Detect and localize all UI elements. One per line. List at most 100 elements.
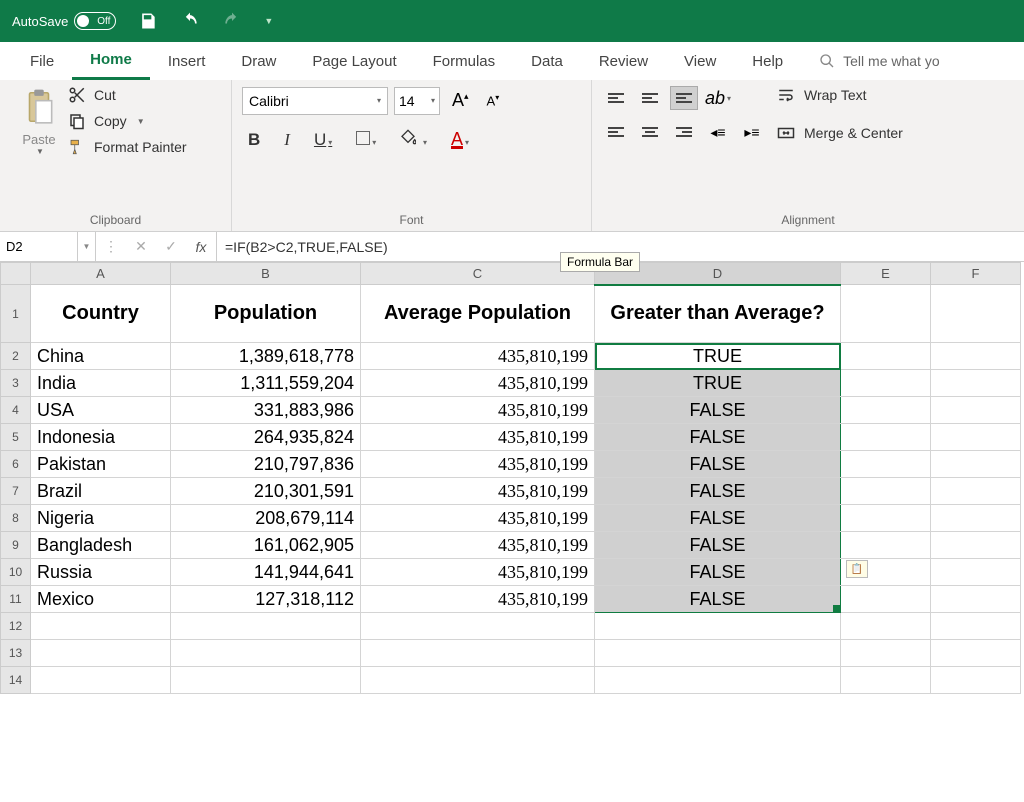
cell-c2[interactable]: 435,810,199 <box>361 343 595 370</box>
cell-a1[interactable]: Country <box>31 285 171 343</box>
row-header-13[interactable]: 13 <box>1 640 31 667</box>
cell-f1[interactable] <box>931 285 1021 343</box>
cell-e9[interactable] <box>841 532 931 559</box>
cell-b1[interactable]: Population <box>171 285 361 343</box>
row-header-3[interactable]: 3 <box>1 370 31 397</box>
cell-f3[interactable] <box>931 370 1021 397</box>
font-size-select[interactable]: 14 ▾ <box>394 87 440 115</box>
cell-c3[interactable]: 435,810,199 <box>361 370 595 397</box>
tab-home[interactable]: Home <box>72 42 150 80</box>
tab-review[interactable]: Review <box>581 42 666 80</box>
cell-d2[interactable]: TRUE <box>595 343 841 370</box>
cell-b11[interactable]: 127,318,112 <box>171 586 361 613</box>
tab-data[interactable]: Data <box>513 42 581 80</box>
col-header-a[interactable]: A <box>31 263 171 285</box>
cell-b9[interactable]: 161,062,905 <box>171 532 361 559</box>
cell-d1[interactable]: Greater than Average? <box>595 285 841 343</box>
cell-e14[interactable] <box>841 667 931 694</box>
paste-options-tag[interactable]: 📋 <box>846 560 868 578</box>
row-header-1[interactable]: 1 <box>1 285 31 343</box>
cell-c8[interactable]: 435,810,199 <box>361 505 595 532</box>
tab-view[interactable]: View <box>666 42 734 80</box>
cell-b13[interactable] <box>171 640 361 667</box>
cell-b3[interactable]: 1,311,559,204 <box>171 370 361 397</box>
align-center-button[interactable] <box>636 120 664 144</box>
row-header-11[interactable]: 11 <box>1 586 31 613</box>
cell-f5[interactable] <box>931 424 1021 451</box>
cell-c6[interactable]: 435,810,199 <box>361 451 595 478</box>
cell-b14[interactable] <box>171 667 361 694</box>
row-header-10[interactable]: 10 <box>1 559 31 586</box>
align-left-button[interactable] <box>602 120 630 144</box>
cell-a2[interactable]: China <box>31 343 171 370</box>
cell-b7[interactable]: 210,301,591 <box>171 478 361 505</box>
cell-d7[interactable]: FALSE <box>595 478 841 505</box>
cell-c11[interactable]: 435,810,199 <box>361 586 595 613</box>
cell-e1[interactable] <box>841 285 931 343</box>
tab-file[interactable]: File <box>12 42 72 80</box>
cell-d13[interactable] <box>595 640 841 667</box>
wrap-text-button[interactable]: Wrap Text <box>776 86 903 104</box>
formula-cancel-button[interactable]: ✕ <box>126 238 156 255</box>
name-box-dropdown[interactable]: ▼ <box>78 232 96 261</box>
cell-e2[interactable] <box>841 343 931 370</box>
cell-e5[interactable] <box>841 424 931 451</box>
autosave-toggle[interactable]: AutoSave Off <box>12 12 116 30</box>
cell-f6[interactable] <box>931 451 1021 478</box>
autosave-switch[interactable]: Off <box>74 12 116 30</box>
bold-button[interactable]: B <box>242 126 266 154</box>
cell-d14[interactable] <box>595 667 841 694</box>
save-icon[interactable] <box>138 11 158 31</box>
cell-a11[interactable]: Mexico <box>31 586 171 613</box>
row-header-4[interactable]: 4 <box>1 397 31 424</box>
orientation-button[interactable]: ab▾ <box>704 86 732 110</box>
formula-enter-button[interactable]: ✓ <box>156 238 186 255</box>
spreadsheet-grid[interactable]: A B C D E F 1 Country Population Average… <box>0 262 1024 694</box>
cell-b2[interactable]: 1,389,618,778 <box>171 343 361 370</box>
cell-e8[interactable] <box>841 505 931 532</box>
cell-b6[interactable]: 210,797,836 <box>171 451 361 478</box>
quickaccess-customize-icon[interactable]: ▼ <box>264 16 273 26</box>
row-header-8[interactable]: 8 <box>1 505 31 532</box>
increase-font-button[interactable]: A▴ <box>446 86 475 115</box>
cell-c5[interactable]: 435,810,199 <box>361 424 595 451</box>
cell-d12[interactable] <box>595 613 841 640</box>
cell-a12[interactable] <box>31 613 171 640</box>
cell-b10[interactable]: 141,944,641 <box>171 559 361 586</box>
cell-a3[interactable]: India <box>31 370 171 397</box>
cell-f9[interactable] <box>931 532 1021 559</box>
cell-f10[interactable] <box>931 559 1021 586</box>
cell-e13[interactable] <box>841 640 931 667</box>
cell-a14[interactable] <box>31 667 171 694</box>
cell-c10[interactable]: 435,810,199 <box>361 559 595 586</box>
cell-c14[interactable] <box>361 667 595 694</box>
cell-d5[interactable]: FALSE <box>595 424 841 451</box>
name-box[interactable]: D2 <box>0 232 78 261</box>
tab-draw[interactable]: Draw <box>223 42 294 80</box>
fill-color-button[interactable]: ▾ <box>394 125 433 154</box>
cell-f13[interactable] <box>931 640 1021 667</box>
cell-f4[interactable] <box>931 397 1021 424</box>
col-header-e[interactable]: E <box>841 263 931 285</box>
col-header-f[interactable]: F <box>931 263 1021 285</box>
row-header-7[interactable]: 7 <box>1 478 31 505</box>
tab-help[interactable]: Help <box>734 42 801 80</box>
cell-c12[interactable] <box>361 613 595 640</box>
cell-c7[interactable]: 435,810,199 <box>361 478 595 505</box>
align-bottom-button[interactable] <box>670 86 698 110</box>
align-middle-button[interactable] <box>636 86 664 110</box>
cell-d4[interactable]: FALSE <box>595 397 841 424</box>
cell-a8[interactable]: Nigeria <box>31 505 171 532</box>
row-header-12[interactable]: 12 <box>1 613 31 640</box>
cell-a10[interactable]: Russia <box>31 559 171 586</box>
cell-e6[interactable] <box>841 451 931 478</box>
cell-f14[interactable] <box>931 667 1021 694</box>
cell-a13[interactable] <box>31 640 171 667</box>
tab-insert[interactable]: Insert <box>150 42 224 80</box>
italic-button[interactable]: I <box>278 126 296 154</box>
cell-c1[interactable]: Average Population <box>361 285 595 343</box>
row-header-5[interactable]: 5 <box>1 424 31 451</box>
cell-c4[interactable]: 435,810,199 <box>361 397 595 424</box>
decrease-indent-button[interactable]: ◂≡ <box>704 120 732 144</box>
redo-icon[interactable] <box>222 11 242 31</box>
